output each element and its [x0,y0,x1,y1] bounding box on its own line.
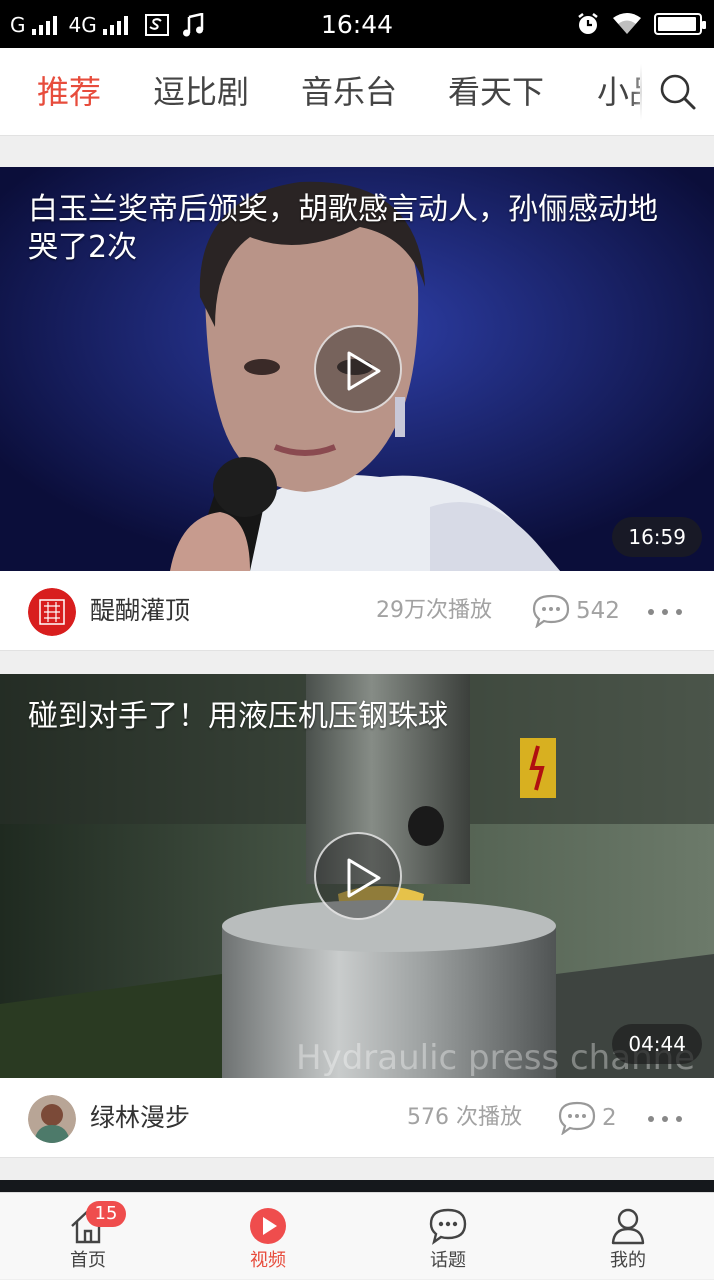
nav-me-label: 我的 [610,1250,646,1271]
video-icon [250,1208,286,1244]
video-card[interactable]: Hydraulic press channe 碰到对手了！用液压机压钢珠球 04… [0,674,714,1158]
battery-icon [654,13,706,35]
nav-video-label: 视频 [250,1250,286,1271]
tab-music[interactable]: 音乐台 [301,70,397,114]
more-button[interactable] [648,1116,682,1122]
video-meta: 醍醐灌顶 29万次播放 542 [0,571,714,651]
comment-count-button[interactable]: 542 [532,591,620,631]
author-name[interactable]: 醍醐灌顶 [90,591,190,631]
comment-icon [558,1101,596,1135]
status-bar: G 4G 16:44 [0,0,714,48]
alarm-icon [578,13,598,34]
more-button[interactable] [648,609,682,615]
user-icon [611,1208,645,1245]
nav-topics-label: 话题 [430,1250,466,1271]
video-card[interactable] [0,1180,714,1192]
tab-recommend[interactable]: 推荐 [37,70,101,114]
video-card[interactable]: 白玉兰奖帝后颁奖，胡歌感言动人，孙俪感动地哭了2次 16:59 醍醐灌顶 29万… [0,167,714,651]
nav-topics[interactable]: 话题 [388,1193,508,1280]
nav-home[interactable]: 15 首页 [28,1193,148,1280]
avatar[interactable] [28,1095,76,1143]
search-icon [660,74,696,110]
comment-count: 2 [602,1105,617,1131]
search-button[interactable] [640,48,714,135]
notification-badge: 15 [86,1201,126,1227]
tab-comedy[interactable]: 逗比剧 [153,70,249,114]
video-thumbnail[interactable]: Hydraulic press channe 碰到对手了！用液压机压钢珠球 04… [0,674,714,1078]
nav-video[interactable]: 视频 [208,1193,328,1280]
video-title: 碰到对手了！用液压机压钢珠球 [28,699,448,734]
comment-icon [532,594,570,628]
author-name[interactable]: 绿林漫步 [90,1098,190,1138]
play-icon [347,858,381,898]
wifi-icon [613,13,641,34]
play-button[interactable] [314,325,402,413]
video-meta: 绿林漫步 576 次播放 2 [0,1078,714,1158]
chat-icon [429,1208,467,1245]
play-count: 576 次播放 [407,1105,522,1130]
search-divider [640,64,642,120]
video-title: 白玉兰奖帝后颁奖，胡歌感言动人，孙俪感动地哭了2次 [28,192,658,265]
play-icon [347,351,381,391]
play-count: 29万次播放 [376,598,492,623]
comment-count-button[interactable]: 2 [558,1098,617,1138]
video-duration: 04:44 [612,1024,702,1064]
tab-world[interactable]: 看天下 [448,70,544,114]
comment-count: 542 [576,598,620,624]
nav-home-label: 首页 [70,1250,106,1271]
author-avatar-image [28,588,76,636]
author-avatar-image [28,1095,76,1143]
video-duration: 16:59 [612,517,702,557]
avatar[interactable] [28,588,76,636]
video-feed[interactable]: 白玉兰奖帝后颁奖，胡歌感言动人，孙俪感动地哭了2次 16:59 醍醐灌顶 29万… [0,136,714,1192]
video-thumbnail[interactable]: 白玉兰奖帝后颁奖，胡歌感言动人，孙俪感动地哭了2次 16:59 [0,167,714,571]
bottom-nav: 15 首页 视频 话题 我的 [0,1192,714,1279]
play-button[interactable] [314,832,402,920]
category-tabs: 推荐 逗比剧 音乐台 看天下 小品 [0,48,714,136]
nav-me[interactable]: 我的 [568,1193,688,1280]
